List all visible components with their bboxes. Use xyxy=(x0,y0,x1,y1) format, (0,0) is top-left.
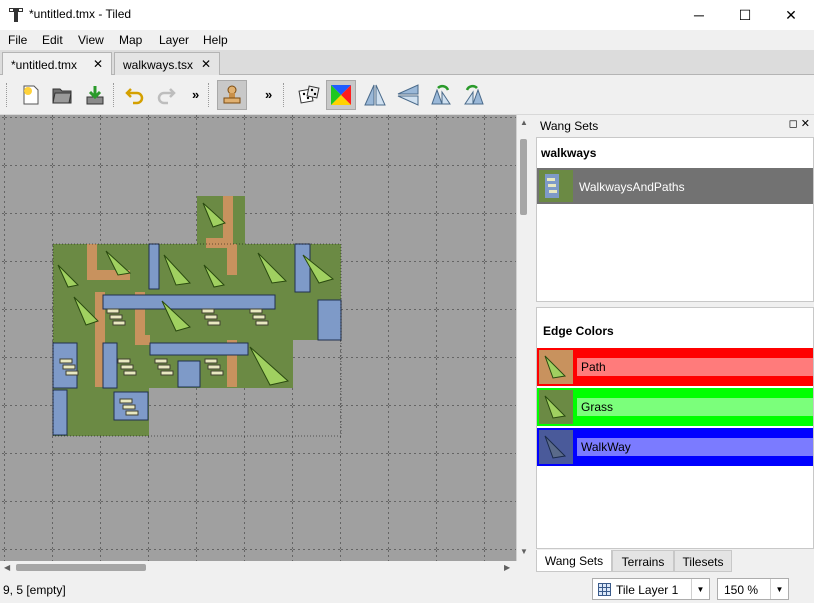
open-file-button[interactable] xyxy=(47,80,77,110)
tab-walkways-tsx[interactable]: walkways.tsx ✕ xyxy=(114,52,220,75)
tab-wang-sets[interactable]: Wang Sets xyxy=(536,550,612,572)
zoom-selector[interactable]: 150 % ▼ xyxy=(717,578,789,600)
rotate-right-icon xyxy=(464,84,484,105)
edge-color-label: WalkWay xyxy=(581,440,631,454)
tab-tilesets[interactable]: Tilesets xyxy=(674,550,732,572)
tab-terrains[interactable]: Terrains xyxy=(612,550,674,572)
wang-set-list[interactable]: walkways WalkwaysAndPaths xyxy=(536,137,814,302)
redo-icon xyxy=(157,88,176,105)
save-file-button[interactable] xyxy=(80,80,110,110)
stamp-brush-button[interactable] xyxy=(217,80,247,110)
wang-set-thumbnail xyxy=(539,170,573,202)
menu-edit[interactable]: Edit xyxy=(42,33,63,47)
tab-close-icon[interactable]: ✕ xyxy=(201,57,211,71)
toolbar-overflow-button[interactable]: » xyxy=(192,87,199,102)
maximize-button[interactable]: ☐ xyxy=(722,0,768,30)
toolbar-separator xyxy=(208,83,210,107)
vertical-scroll-thumb[interactable] xyxy=(520,139,527,215)
walkway-tile-thumbnail xyxy=(539,430,573,464)
scroll-right-arrow[interactable]: ▶ xyxy=(504,563,510,572)
map-horizontal-scrollbar[interactable]: ◀ ▶ xyxy=(0,561,516,574)
toolbar-overflow-button[interactable]: » xyxy=(265,87,272,102)
dock-controls: ◻ ✕ xyxy=(789,117,810,130)
chevron-down-icon[interactable]: ▼ xyxy=(691,579,709,599)
menu-view[interactable]: View xyxy=(78,33,104,47)
edge-color-label: Grass xyxy=(581,400,614,414)
edge-colors-list[interactable]: Edge Colors Path Grass WalkWay xyxy=(536,307,814,549)
chevron-down-icon[interactable]: ▼ xyxy=(770,579,788,599)
main-toolbar: » » xyxy=(0,75,814,115)
document-tabs: *untitled.tmx ✕ walkways.tsx ✕ xyxy=(0,50,814,76)
dice-icon xyxy=(298,85,320,104)
horizontal-scroll-thumb[interactable] xyxy=(16,564,146,571)
tab-label: walkways.tsx xyxy=(123,58,194,72)
rotate-left-icon xyxy=(431,84,451,105)
window-title: *untitled.tmx - Tiled xyxy=(29,7,132,21)
menu-help[interactable]: Help xyxy=(203,33,228,47)
menu-bar: File Edit View Map Layer Help xyxy=(0,30,814,50)
grass-tile-thumbnail xyxy=(539,390,573,424)
redo-button[interactable] xyxy=(151,80,181,110)
map-canvas[interactable] xyxy=(0,115,516,561)
minimize-button[interactable]: ─ xyxy=(676,0,722,30)
path-tile-thumbnail xyxy=(539,350,573,384)
stamp-icon xyxy=(223,85,241,104)
edge-color-walkway[interactable]: WalkWay xyxy=(537,428,813,466)
toolbar-separator xyxy=(283,83,285,107)
tileset-name: walkways xyxy=(541,146,597,160)
edge-color-path[interactable]: Path xyxy=(537,348,813,386)
edge-color-grass[interactable]: Grass xyxy=(537,388,813,426)
undo-icon xyxy=(125,88,144,105)
dock-float-icon[interactable]: ◻ xyxy=(789,118,798,130)
dock-tab-bar: Wang Sets Terrains Tilesets xyxy=(536,550,814,572)
status-bar: 9, 5 [empty] Tile Layer 1 ▼ 150 % ▼ xyxy=(0,575,814,603)
save-icon xyxy=(86,86,104,105)
new-file-button[interactable] xyxy=(16,80,46,110)
close-button[interactable]: ✕ xyxy=(768,0,814,30)
rotate-right-button[interactable] xyxy=(459,80,489,110)
tile-map[interactable] xyxy=(0,115,516,561)
toolbar-separator xyxy=(113,83,115,107)
tab-close-icon[interactable]: ✕ xyxy=(93,57,103,71)
random-mode-button[interactable] xyxy=(294,80,324,110)
dock-title: Wang Sets xyxy=(540,119,599,133)
undo-button[interactable] xyxy=(120,80,150,110)
menu-layer[interactable]: Layer xyxy=(159,33,189,47)
wang-fill-mode-button[interactable] xyxy=(326,80,356,110)
wang-set-label: WalkwaysAndPaths xyxy=(579,180,685,194)
new-file-icon xyxy=(23,85,39,105)
edge-color-swatch xyxy=(577,358,813,376)
layer-selector[interactable]: Tile Layer 1 ▼ xyxy=(592,578,710,600)
edge-colors-heading: Edge Colors xyxy=(543,324,614,338)
dock-close-icon[interactable]: ✕ xyxy=(801,118,810,130)
scroll-left-arrow[interactable]: ◀ xyxy=(4,563,10,572)
toolbar-grip xyxy=(6,83,8,107)
tab-label: *untitled.tmx xyxy=(11,58,78,72)
menu-file[interactable]: File xyxy=(8,33,27,47)
wang-colors-icon xyxy=(331,85,351,105)
scroll-down-arrow[interactable]: ▼ xyxy=(520,547,528,556)
wang-sets-dock: Wang Sets ◻ ✕ walkways WalkwaysAndPaths … xyxy=(532,115,814,575)
rotate-left-button[interactable] xyxy=(426,80,456,110)
title-bar: *untitled.tmx - Tiled ─ ☐ ✕ xyxy=(0,0,814,30)
flip-vertical-icon xyxy=(397,84,419,106)
flip-horizontal-button[interactable] xyxy=(360,80,390,110)
tile-layer-icon xyxy=(598,583,611,596)
menu-map[interactable]: Map xyxy=(119,33,142,47)
wang-set-item[interactable]: WalkwaysAndPaths xyxy=(537,168,813,204)
scroll-up-arrow[interactable]: ▲ xyxy=(520,118,528,127)
flip-horizontal-icon xyxy=(364,84,386,106)
zoom-value: 150 % xyxy=(724,583,759,597)
tiled-app-icon xyxy=(9,8,23,22)
map-vertical-scrollbar[interactable]: ▲ ▼ xyxy=(516,115,530,561)
cursor-position: 9, 5 [empty] xyxy=(3,583,66,597)
tab-untitled-tmx[interactable]: *untitled.tmx ✕ xyxy=(2,52,112,76)
edge-color-label: Path xyxy=(581,360,606,374)
flip-vertical-button[interactable] xyxy=(393,80,423,110)
folder-icon xyxy=(52,88,72,104)
layer-selector-value: Tile Layer 1 xyxy=(616,583,679,597)
